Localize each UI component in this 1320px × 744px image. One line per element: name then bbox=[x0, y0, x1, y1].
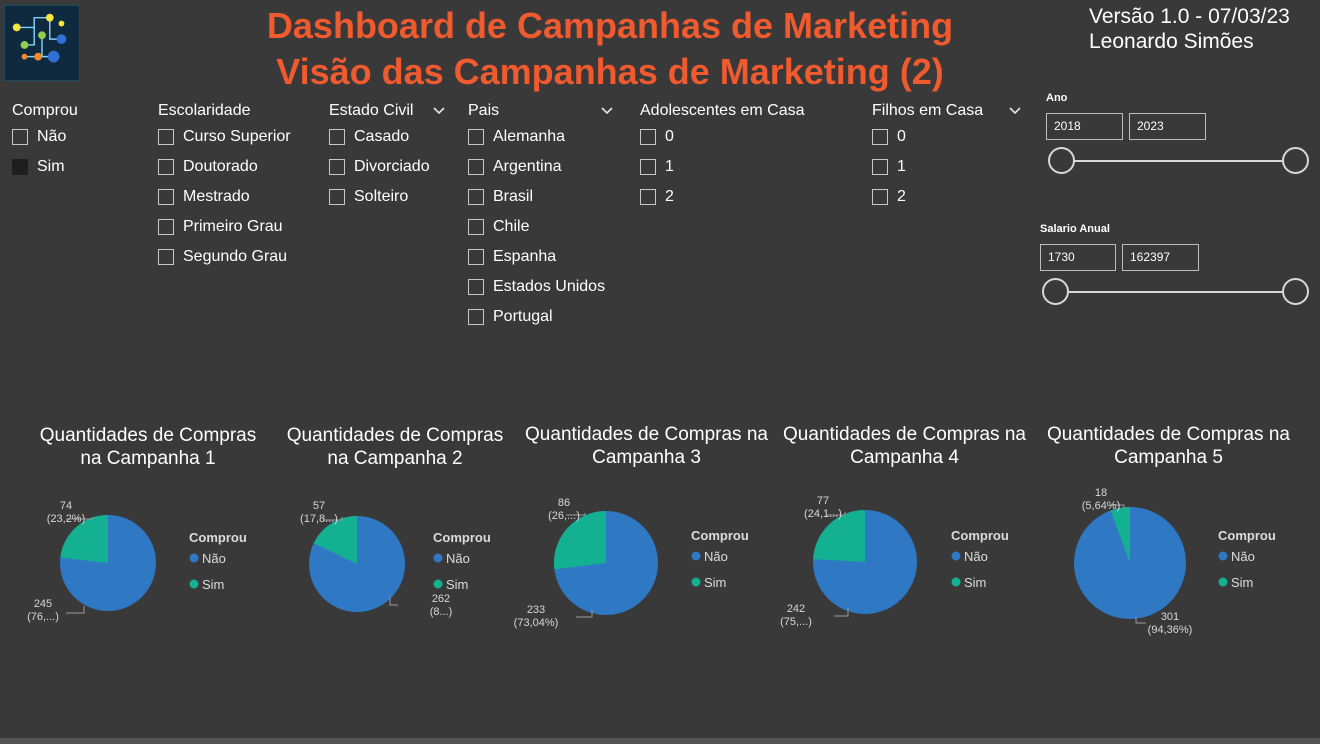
data-label-sim-value: 86 bbox=[558, 497, 570, 509]
data-label-nao-pct: (8...) bbox=[430, 606, 453, 618]
data-label-sim-pct: (5,64%) bbox=[1082, 500, 1121, 512]
legend-nao-label: Não bbox=[446, 551, 470, 566]
pie-chart-5: 18(5,64%) 301(94,36%) Comprou Não Sim bbox=[1074, 487, 1276, 636]
data-label-nao-pct: (73,04%) bbox=[514, 617, 559, 629]
legend-sim-label: Sim bbox=[964, 575, 986, 590]
pie-chart-1: 74(23,2%) 245(76,...) Comprou Não Sim bbox=[27, 500, 247, 623]
data-label-nao-value: 262 bbox=[432, 593, 450, 605]
legend-nao-marker bbox=[691, 551, 701, 561]
data-label-sim-value: 18 bbox=[1095, 487, 1107, 499]
data-label-sim-pct: (24,1...) bbox=[804, 508, 842, 520]
legend-title: Comprou bbox=[433, 530, 491, 545]
legend-title: Comprou bbox=[189, 530, 247, 545]
legend-nao-marker bbox=[433, 553, 443, 563]
legend-sim-label: Sim bbox=[202, 577, 224, 592]
legend-sim-label: Sim bbox=[446, 577, 468, 592]
data-label-nao-value: 242 bbox=[787, 603, 805, 615]
data-label-nao-value: 233 bbox=[527, 604, 545, 616]
legend-nao-label: Não bbox=[964, 549, 988, 564]
pie-charts-layer: 74(23,2%)245(76,...)ComprouNãoSim57(17,8… bbox=[27, 487, 1276, 636]
data-label-nao-pct: (76,...) bbox=[27, 611, 59, 623]
legend-sim-label: Sim bbox=[1231, 575, 1253, 590]
data-label-sim-pct: (23,2%) bbox=[47, 513, 86, 525]
data-label-sim-value: 57 bbox=[313, 500, 325, 512]
legend-nao-label: Não bbox=[1231, 549, 1255, 564]
legend-nao-marker bbox=[951, 551, 961, 561]
legend-nao-marker bbox=[1218, 551, 1228, 561]
legend-sim-marker bbox=[951, 577, 961, 587]
legend-title: Comprou bbox=[691, 528, 749, 543]
legend-sim-marker bbox=[1218, 577, 1228, 587]
legend-nao-marker bbox=[189, 553, 199, 563]
pie-chart-3: 86(26,...) 233(73,04%) Comprou Não Sim bbox=[514, 497, 749, 629]
data-label-sim-pct: (26,...) bbox=[548, 510, 580, 522]
legend-title: Comprou bbox=[951, 528, 1009, 543]
legend-sim-marker bbox=[691, 577, 701, 587]
legend-nao-label: Não bbox=[704, 549, 728, 564]
data-label-sim-value: 77 bbox=[817, 495, 829, 507]
data-label-nao-pct: (75,...) bbox=[780, 616, 812, 628]
legend-title: Comprou bbox=[1218, 528, 1276, 543]
legend-sim-marker bbox=[189, 579, 199, 589]
label-leader-line bbox=[66, 606, 85, 614]
label-leader-line bbox=[389, 597, 398, 606]
data-label-nao-pct: (94,36%) bbox=[1148, 624, 1193, 636]
pie-chart-4: 77(24,1...) 242(75,...) Comprou Não Sim bbox=[780, 495, 1009, 628]
pie-chart-2: 57(17,8...) 262(8...) Comprou Não Sim bbox=[300, 500, 491, 618]
legend-sim-label: Sim bbox=[704, 575, 726, 590]
data-label-nao-value: 245 bbox=[34, 598, 52, 610]
legend-nao-label: Não bbox=[202, 551, 226, 566]
data-label-nao-value: 301 bbox=[1161, 611, 1179, 623]
data-label-sim-pct: (17,8...) bbox=[300, 513, 338, 525]
data-label-sim-value: 74 bbox=[60, 500, 72, 512]
legend-sim-marker bbox=[433, 579, 443, 589]
bottom-scrollbar[interactable] bbox=[0, 738, 1320, 744]
